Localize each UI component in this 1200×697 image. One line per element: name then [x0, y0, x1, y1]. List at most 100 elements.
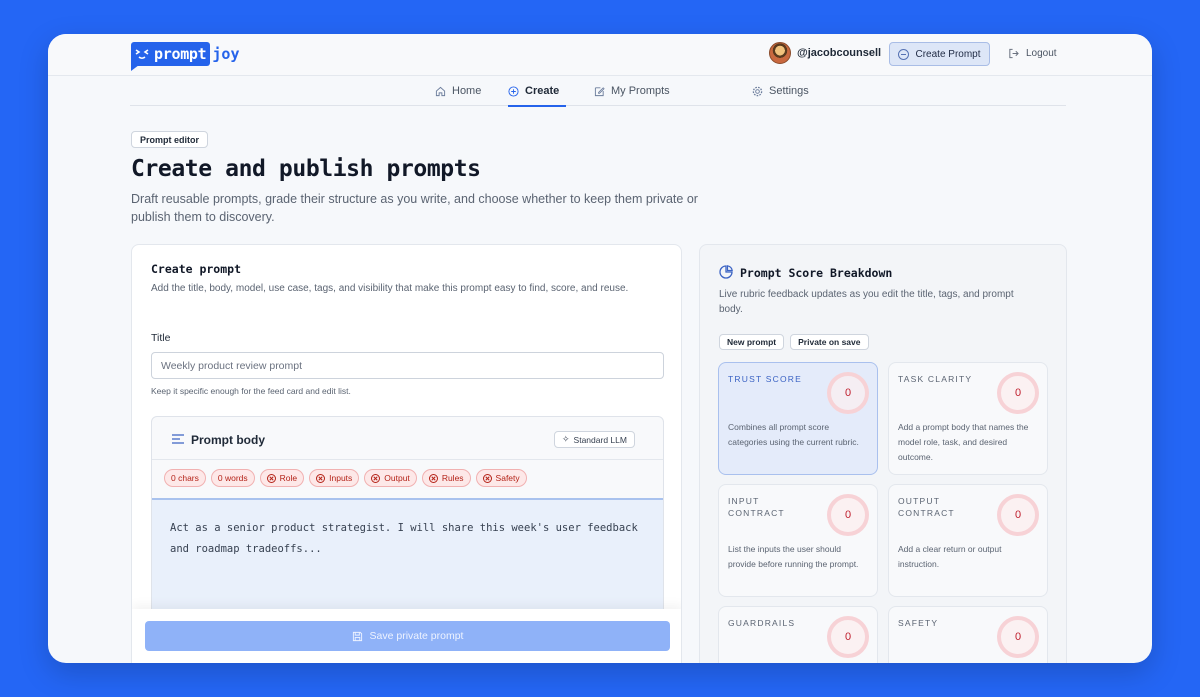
- logo-text-joy: joy: [212, 45, 240, 63]
- title-label: Title: [151, 332, 171, 344]
- score-ring: 0: [997, 616, 1039, 658]
- score-ring: 0: [997, 372, 1039, 414]
- score-name: TASK CLARITY: [898, 374, 973, 384]
- nav-create-label: Create: [525, 85, 560, 97]
- check-rules-label: Rules: [441, 473, 464, 483]
- page-title: Create and publish prompts: [131, 156, 481, 182]
- title-input[interactable]: Weekly product review prompt: [151, 352, 664, 379]
- score-card-trust[interactable]: TRUST SCORE 0 Combines all prompt score …: [718, 362, 878, 475]
- x-circle-icon: [482, 473, 492, 483]
- plus-circle-icon: [508, 85, 519, 97]
- score-breakdown-title: Prompt Score Breakdown: [740, 266, 893, 280]
- logout-label: Logout: [1026, 48, 1057, 59]
- char-count-badge: 0 chars: [164, 469, 206, 487]
- score-desc: List the inputs the user should provide …: [728, 544, 859, 569]
- model-chip[interactable]: ✧ Standard LLM: [554, 431, 635, 448]
- check-role-label: Role: [279, 473, 298, 483]
- app-window: prompt joy @jacobcounsell Create Prompt …: [48, 34, 1152, 663]
- check-output-badge: Output: [364, 469, 417, 487]
- save-bar: Save private prompt: [132, 609, 681, 663]
- char-count-label: 0 chars: [171, 473, 199, 483]
- score-desc: Combines all prompt score categories usi…: [728, 422, 859, 447]
- create-prompt-title: Create prompt: [151, 262, 242, 276]
- nav-settings-label: Settings: [769, 85, 809, 97]
- body-placeholder-line-1: Act as a senior product strategist. I wi…: [170, 522, 638, 534]
- logo-face-icon: [135, 49, 149, 59]
- x-circle-icon: [428, 473, 438, 483]
- avatar[interactable]: [769, 42, 791, 64]
- score-name: GUARDRAILS: [728, 618, 796, 628]
- score-card-task-clarity[interactable]: TASK CLARITY 0 Add a prompt body that na…: [888, 362, 1048, 475]
- score-status-chips: New prompt Private on save: [719, 334, 869, 350]
- new-prompt-chip: New prompt: [719, 334, 785, 350]
- sparkle-icon: ✧: [562, 434, 570, 444]
- score-name: TRUST SCORE: [728, 374, 802, 384]
- title-placeholder: Weekly product review prompt: [161, 359, 303, 372]
- check-inputs-label: Inputs: [329, 473, 353, 483]
- check-safety-label: Safety: [495, 473, 520, 483]
- check-rules-badge: Rules: [421, 469, 471, 487]
- body-placeholder-line-2: and roadmap tradeoffs...: [170, 543, 322, 555]
- text-lines-icon: [172, 434, 184, 444]
- top-bar: prompt joy @jacobcounsell Create Prompt …: [48, 34, 1152, 76]
- username: @jacobcounsell: [797, 47, 882, 59]
- x-circle-icon: [316, 473, 326, 483]
- create-prompt-button[interactable]: Create Prompt: [889, 42, 990, 66]
- main-nav: Home Create My Prompts Settings: [130, 76, 1066, 107]
- logo-text-prompt: prompt: [154, 45, 207, 63]
- score-name: INPUT CONTRACT: [728, 496, 785, 518]
- score-ring: 0: [827, 616, 869, 658]
- logo-mark: prompt: [131, 42, 211, 71]
- edit-icon: [594, 86, 605, 96]
- user-menu[interactable]: @jacobcounsell: [769, 42, 881, 64]
- save-icon: [352, 631, 362, 641]
- logout-button[interactable]: Logout: [1008, 48, 1057, 59]
- check-safety-badge: Safety: [475, 469, 527, 487]
- word-count-badge: 0 words: [210, 469, 255, 487]
- nav-settings[interactable]: Settings: [752, 76, 809, 106]
- page-subtitle: Draft reusable prompts, grade their stru…: [131, 192, 698, 224]
- check-inputs-badge: Inputs: [309, 469, 360, 487]
- nav-home[interactable]: Home: [435, 76, 481, 106]
- score-card-input-contract[interactable]: INPUT CONTRACT 0 List the inputs the use…: [718, 484, 878, 597]
- nav-home-label: Home: [452, 85, 482, 97]
- save-label: Save private prompt: [369, 630, 464, 642]
- score-ring: 0: [827, 372, 869, 414]
- score-ring: 0: [827, 494, 869, 536]
- model-chip-label: Standard LLM: [573, 434, 627, 445]
- check-role-badge: Role: [259, 469, 305, 487]
- prompt-body-title: Prompt body: [191, 433, 265, 447]
- check-output-label: Output: [384, 473, 410, 483]
- title-hint: Keep it specific enough for the feed car…: [151, 386, 351, 396]
- create-prompt-subtitle: Add the title, body, model, use case, ta…: [151, 283, 629, 294]
- minus-circle-icon: [898, 48, 910, 60]
- prompt-editor-chip: Prompt editor: [131, 131, 209, 148]
- home-icon: [435, 86, 446, 96]
- score-name: SAFETY: [898, 618, 939, 628]
- private-on-save-chip: Private on save: [790, 334, 869, 350]
- score-desc: Add a prompt body that names the model r…: [898, 422, 1029, 462]
- score-desc: Add a clear return or output instruction…: [898, 544, 1002, 569]
- create-prompt-card: Create prompt Add the title, body, model…: [131, 244, 682, 663]
- nav-create[interactable]: Create: [508, 76, 566, 107]
- x-circle-icon: [266, 473, 276, 483]
- pie-chart-icon: [719, 265, 733, 279]
- body-checks: 0 chars 0 words Role Inputs Output Rules…: [164, 469, 527, 487]
- prompt-body-header: Prompt body ✧ Standard LLM: [152, 417, 663, 460]
- score-card-safety[interactable]: SAFETY 0: [888, 606, 1048, 663]
- score-card-output-contract[interactable]: OUTPUT CONTRACT 0 Add a clear return or …: [888, 484, 1048, 597]
- score-breakdown-card: Prompt Score Breakdown Live rubric feedb…: [699, 244, 1067, 663]
- gear-icon: [752, 86, 763, 96]
- nav-my-prompts-label: My Prompts: [611, 85, 670, 97]
- score-ring: 0: [997, 494, 1039, 536]
- score-name: OUTPUT CONTRACT: [898, 496, 955, 518]
- create-prompt-label: Create Prompt: [915, 48, 981, 60]
- nav-my-prompts[interactable]: My Prompts: [594, 76, 670, 106]
- logo[interactable]: prompt joy: [131, 41, 240, 71]
- logout-icon: [1009, 48, 1019, 59]
- x-circle-icon: [371, 473, 381, 483]
- score-card-guardrails[interactable]: GUARDRAILS 0: [718, 606, 878, 663]
- save-private-prompt-button[interactable]: Save private prompt: [145, 621, 670, 651]
- score-breakdown-subtitle: Live rubric feedback updates as you edit…: [719, 289, 1014, 315]
- word-count-label: 0 words: [217, 473, 248, 483]
